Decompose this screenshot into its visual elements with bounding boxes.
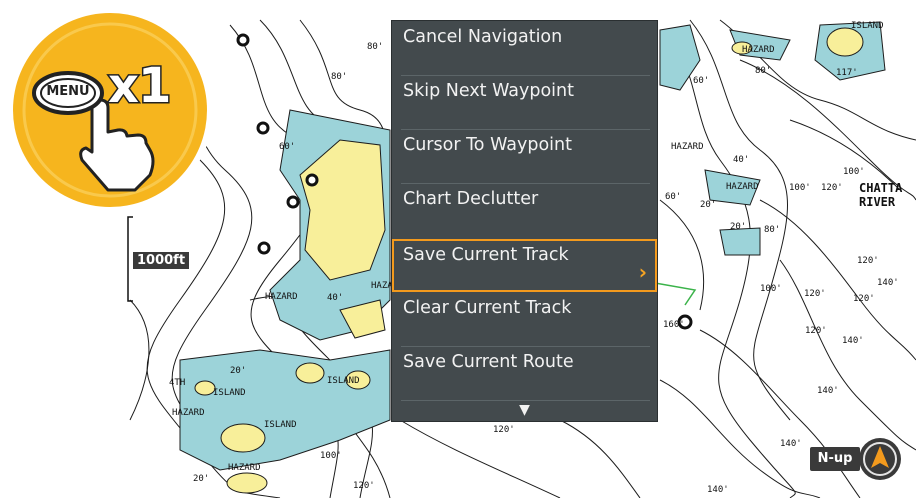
island-label: ISLAND	[264, 420, 297, 430]
depth-label: 100'	[789, 183, 811, 193]
depth-label: 40'	[733, 155, 750, 165]
menu-item-save-current-track[interactable]: Save Current Track ›	[392, 239, 657, 292]
depth-label: 80'	[764, 225, 781, 235]
island-label: ISLAND	[213, 388, 246, 398]
depth-label: 60'	[279, 142, 296, 152]
press-count: x1	[106, 57, 172, 116]
chevron-right-icon: ›	[638, 260, 647, 284]
river-label: CHATTA RIVER	[859, 181, 903, 209]
navigation-menu: Cancel Navigation Skip Next Waypoint Cur…	[391, 20, 658, 422]
depth-label: 80'	[755, 66, 772, 76]
island-label: ISLAND	[327, 376, 360, 386]
depth-label: 20'	[700, 200, 717, 210]
depth-label: 140'	[817, 386, 839, 396]
menu-item-cursor-to-waypoint[interactable]: Cursor To Waypoint	[401, 129, 650, 182]
depth-label: 100'	[843, 167, 865, 177]
menu-item-clear-current-track[interactable]: Clear Current Track	[401, 292, 650, 345]
depth-label: 80'	[367, 42, 384, 52]
hazard-label: HAZARD	[726, 182, 759, 192]
depth-label: 80'	[331, 72, 348, 82]
depth-label: 140'	[780, 439, 802, 449]
depth-label: 120'	[493, 425, 515, 435]
hazard-label: HAZARD	[742, 45, 775, 55]
depth-label: 120'	[821, 183, 843, 193]
hazard-label: HAZARD	[228, 463, 261, 473]
depth-label: 40'	[327, 293, 344, 303]
hazard-label: HAZARD	[671, 142, 704, 152]
depth-label: 120'	[853, 294, 875, 304]
menu-item-skip-next-waypoint[interactable]: Skip Next Waypoint	[401, 75, 650, 128]
depth-label: 20'	[193, 474, 210, 484]
depth-label: 60'	[693, 76, 710, 86]
depth-label: 140'	[877, 278, 899, 288]
depth-label: 20'	[730, 222, 747, 232]
depth-label: 60'	[665, 192, 682, 202]
depth-label: 117'	[836, 68, 858, 78]
scroll-down-icon[interactable]: ▼	[392, 401, 657, 419]
menu-item-cancel-navigation[interactable]: Cancel Navigation	[401, 21, 650, 74]
orientation-label[interactable]: N-up	[810, 447, 860, 471]
depth-label: 140'	[707, 485, 729, 495]
depth-label: 4TH	[169, 378, 186, 388]
depth-label: 100'	[760, 284, 782, 294]
scale-label: 1000ft	[133, 252, 190, 269]
depth-label: 140'	[842, 336, 864, 346]
depth-label: 120'	[857, 256, 879, 266]
depth-label: 120'	[804, 289, 826, 299]
depth-label: 120'	[805, 326, 827, 336]
menu-item-save-current-route[interactable]: Save Current Route	[401, 346, 650, 399]
hazard-label: HAZARD	[265, 292, 298, 302]
island-label: ISLAND	[851, 21, 884, 31]
compass-icon[interactable]	[859, 438, 901, 480]
menu-key-label: MENU	[46, 84, 90, 99]
depth-label: 160'	[663, 320, 685, 330]
menu-item-chart-declutter[interactable]: Chart Declutter	[401, 183, 650, 236]
depth-label: 20'	[230, 366, 247, 376]
depth-label: 120'	[353, 481, 375, 491]
depth-label: 100'	[320, 451, 342, 461]
hazard-label: HAZARD	[172, 408, 205, 418]
